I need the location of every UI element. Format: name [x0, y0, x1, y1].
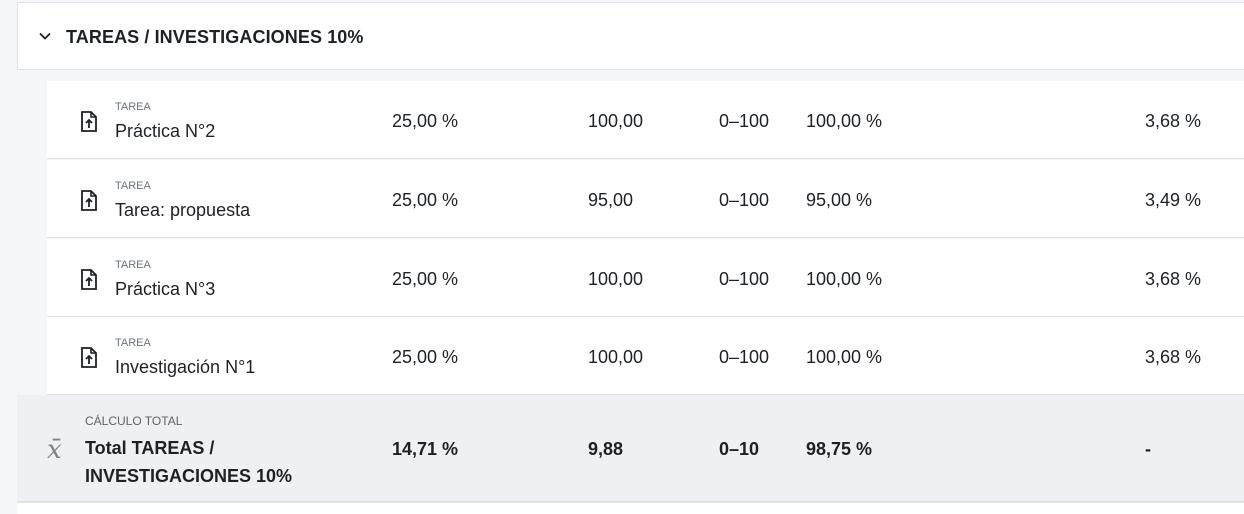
category-header[interactable]: TAREAS / INVESTIGACIONES 10% — [17, 2, 1244, 70]
weight-cell: 25,00 % — [392, 347, 459, 367]
weight-cell: 25,00 % — [392, 269, 459, 289]
mean-calculation-icon: x̄ — [47, 435, 62, 465]
total-grade-cell: 9,88 — [588, 439, 624, 459]
percentage-cell: 100,00 % — [806, 269, 883, 289]
grade-cell: 100,00 — [588, 269, 644, 289]
table-row: TAREA Práctica N°3 25,00 % 100,00 0–100 … — [47, 239, 1244, 317]
grade-item-link[interactable]: Investigación N°1 — [115, 357, 255, 378]
total-weight-cell: 14,71 % — [392, 439, 459, 459]
item-type-label: TAREA — [115, 180, 151, 192]
item-type-label: TAREA — [115, 259, 151, 271]
table-row: TAREA Práctica N°2 25,00 % 100,00 0–100 … — [47, 81, 1244, 159]
contribution-cell: 3,49 % — [1145, 190, 1202, 210]
range-cell: 0–100 — [719, 111, 770, 131]
total-contribution-cell: - — [1145, 439, 1151, 459]
contribution-cell: 3,68 % — [1145, 111, 1202, 131]
range-cell: 0–100 — [719, 269, 770, 289]
category-total-row: x̄ CÁLCULO TOTAL Total TAREAS / INVESTIG… — [17, 395, 1244, 502]
table-row: TAREA Tarea: propuesta 25,00 % 95,00 0–1… — [47, 160, 1244, 238]
weight-cell: 25,00 % — [392, 190, 459, 210]
assignment-upload-icon — [81, 111, 97, 132]
grade-report: TAREAS / INVESTIGACIONES 10% TAREA Práct… — [0, 0, 1244, 514]
total-percentage-cell: 98,75 % — [806, 439, 873, 459]
grade-item-link[interactable]: Práctica N°3 — [115, 279, 215, 300]
grade-item-link[interactable]: Tarea: propuesta — [115, 200, 250, 221]
grade-item-link[interactable]: Práctica N°2 — [115, 121, 215, 142]
table-row: TAREA Investigación N°1 25,00 % 100,00 0… — [47, 317, 1244, 395]
assignment-upload-icon — [81, 190, 97, 211]
total-type-label: CÁLCULO TOTAL — [85, 414, 183, 428]
chevron-down-icon[interactable] — [38, 29, 52, 43]
total-name: Total TAREAS / INVESTIGACIONES 10% — [85, 438, 293, 486]
contribution-cell: 3,68 % — [1145, 269, 1202, 289]
total-range-cell: 0–10 — [719, 439, 760, 459]
assignment-upload-icon — [81, 269, 97, 290]
assignment-upload-icon — [81, 347, 97, 368]
percentage-cell: 100,00 % — [806, 111, 883, 131]
grade-cell: 100,00 — [588, 111, 644, 131]
item-type-label: TAREA — [115, 101, 151, 113]
range-cell: 0–100 — [719, 190, 770, 210]
grade-cell: 95,00 — [588, 190, 634, 210]
percentage-cell: 100,00 % — [806, 347, 883, 367]
contribution-cell: 3,68 % — [1145, 347, 1202, 367]
weight-cell: 25,00 % — [392, 111, 459, 131]
percentage-cell: 95,00 % — [806, 190, 873, 210]
grade-cell: 100,00 — [588, 347, 644, 367]
category-title: TAREAS / INVESTIGACIONES 10% — [66, 27, 364, 47]
next-category-header — [17, 502, 1244, 514]
range-cell: 0–100 — [719, 347, 770, 367]
item-type-label: TAREA — [115, 337, 151, 349]
